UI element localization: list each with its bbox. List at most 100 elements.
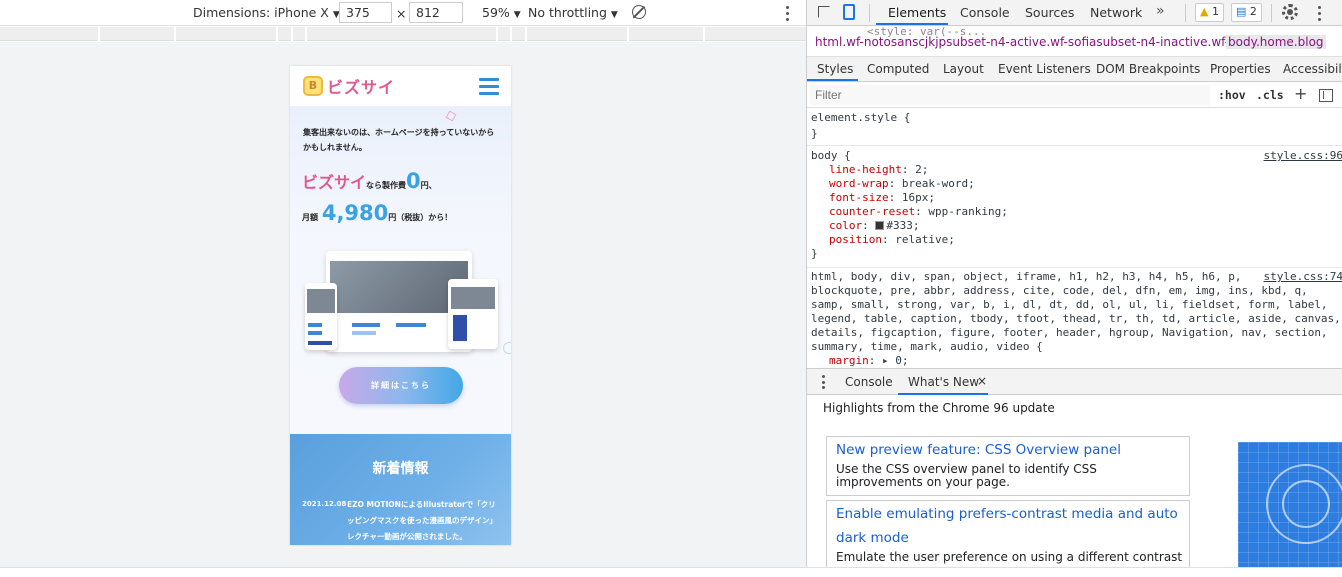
property-name: margin	[829, 354, 869, 367]
tab-accessibility[interactable]: Accessibility	[1283, 62, 1342, 76]
drawer-tab-console[interactable]: Console	[845, 375, 893, 389]
tab-properties[interactable]: Properties	[1210, 62, 1271, 76]
hero-price-line-2: 月額 4,980円（税抜）から！	[302, 201, 452, 225]
more-options-icon[interactable]	[786, 6, 790, 24]
hero-price-line-1: ビズサイなら製作費0円、	[302, 169, 437, 193]
property-value: 2;	[915, 163, 929, 176]
new-rule-plus-icon[interactable]: +	[1294, 84, 1307, 103]
device-toolbar: Dimensions: iPhone X ▼ 375 × 812 59% ▼ No …	[0, 0, 806, 26]
throttling-select[interactable]: No throttling ▼	[528, 5, 618, 20]
style-property[interactable]: word-wrap: break-word;	[829, 177, 975, 190]
property-name: counter-reset	[829, 205, 916, 218]
close-icon[interactable]: ×	[977, 374, 987, 388]
class-toggle[interactable]: .cls	[1256, 88, 1284, 102]
toggle-sidebar-icon[interactable]	[1319, 89, 1333, 102]
zoom-select[interactable]: 59% ▼	[482, 5, 521, 20]
chevron-down-icon: ▼	[610, 10, 618, 20]
message-icon: ▤	[1236, 5, 1247, 18]
hero-tagline: 集客出来ないのは、ホームページを持っていないからかもしれません。	[303, 128, 495, 152]
style-property[interactable]: font-size: 16px;	[829, 191, 935, 204]
feature-card: New preview feature: CSS Overview panel …	[826, 436, 1190, 496]
property-name: font-size	[829, 191, 889, 204]
selector-line[interactable]: details, figcaption, figure, footer, hea…	[811, 326, 1328, 339]
property-value: break-word;	[901, 177, 975, 190]
dimension-separator: ×	[396, 6, 407, 21]
hamburger-menu-icon[interactable]	[479, 78, 499, 95]
feature-link[interactable]: Enable emulating prefers-contrast media …	[836, 502, 1184, 550]
style-property[interactable]: color: #333;	[829, 219, 920, 232]
width-input[interactable]: 375	[339, 2, 392, 23]
hero-monthly-price: 4,980	[321, 201, 389, 225]
style-property[interactable]: position: relative;	[829, 233, 955, 246]
messages-badge[interactable]: ▤ 2	[1231, 3, 1262, 22]
site-header: B ビズサイ	[290, 66, 511, 107]
more-tabs-icon[interactable]: »	[1156, 3, 1165, 19]
property-name: line-height	[829, 163, 902, 176]
tab-network[interactable]: Network	[1090, 5, 1142, 20]
tab-elements[interactable]: Elements	[888, 5, 946, 20]
drawer-tabbar: Console What's New ×	[807, 368, 1342, 395]
reset-style-rule: style.css:74 html, body, div, span, obje…	[807, 268, 1342, 368]
hero-monthly-label: 月額	[302, 213, 318, 222]
phone-mockup-image	[305, 283, 337, 350]
warnings-badge[interactable]: ▲ 1	[1195, 3, 1224, 22]
feature-description: Use the CSS overview panel to identify C…	[836, 462, 1097, 489]
tab-computed[interactable]: Computed	[867, 62, 929, 76]
element-style-selector[interactable]: element.style {	[811, 111, 910, 124]
warning-icon: ▲	[1200, 5, 1209, 18]
breadcrumb-html[interactable]: html.wf-notosanscjkjpsubset-n4-active.wf…	[815, 35, 1266, 49]
tab-styles[interactable]: Styles	[817, 62, 853, 76]
selector-line[interactable]: blockquote, pre, abbr, address, cite, co…	[811, 284, 1308, 297]
feature-link[interactable]: New preview feature: CSS Overview panel	[836, 438, 1121, 462]
color-swatch-icon[interactable]	[875, 221, 885, 230]
more-options-icon[interactable]	[1318, 6, 1322, 24]
property-value: relative;	[895, 233, 955, 246]
hero-unit: 円、	[420, 181, 437, 190]
property-value: 0;	[895, 354, 909, 367]
rotate-icon[interactable]	[632, 5, 646, 19]
selector-line[interactable]: summary, time, mark, audio, video {	[811, 340, 1043, 353]
selector-line[interactable]: html, body, div, span, object, iframe, h…	[811, 270, 1241, 283]
active-subtab-indicator	[807, 79, 858, 81]
body-selector[interactable]: body {	[811, 149, 851, 162]
expand-triangle-icon[interactable]: ▸	[882, 354, 889, 367]
warnings-count: 1	[1211, 5, 1219, 18]
mobile-page: B ビズサイ 集客出来ないのは、ホームページを持っていないからかもしれません。 …	[290, 66, 511, 545]
close-brace: }	[811, 247, 818, 260]
style-property[interactable]: counter-reset: wpp-ranking;	[829, 205, 1008, 218]
tab-dom-breakpoints[interactable]: DOM Breakpoints	[1096, 62, 1200, 76]
devtools-topbar: Elements Console Sources Network » ▲ 1 ▤…	[807, 0, 1342, 26]
breadcrumb-body[interactable]: body.home.blog	[1226, 35, 1326, 49]
device-select[interactable]: Dimensions: iPhone X ▼	[193, 5, 340, 20]
device-toggle-icon[interactable]	[843, 4, 855, 20]
selector-line[interactable]: legend, table, caption, tbody, tfoot, th…	[811, 312, 1341, 325]
styles-filterbar: :hov .cls +	[807, 83, 1342, 108]
device-select-label: Dimensions: iPhone X	[193, 5, 329, 20]
style-source-link[interactable]: style.css:74	[1264, 270, 1342, 283]
style-property[interactable]: line-height: 2;	[829, 163, 928, 176]
logo-badge[interactable]: B	[303, 76, 323, 96]
details-button[interactable]: 詳細はこちら	[339, 367, 463, 404]
inspect-element-icon[interactable]	[818, 6, 830, 18]
drawer-tab-whats-new[interactable]: What's New	[908, 375, 979, 389]
height-input[interactable]: 812	[409, 2, 463, 23]
media-query-ruler[interactable]	[0, 27, 806, 41]
tablet-mockup-image	[448, 279, 498, 349]
style-property[interactable]: margin: ▸ 0;	[829, 354, 909, 367]
site-logo-text[interactable]: ビズサイ	[327, 74, 395, 98]
styles-subtabs: Styles Computed Layout Event Listeners D…	[807, 57, 1342, 82]
bottom-bar	[0, 567, 1342, 577]
style-source-link[interactable]: style.css:96	[1264, 149, 1342, 162]
tab-console[interactable]: Console	[960, 5, 1010, 20]
tab-sources[interactable]: Sources	[1025, 5, 1074, 20]
drawer-menu-icon[interactable]	[822, 375, 826, 392]
news-item-link[interactable]: EZO MOTIONによるIllustratorで「クリッピングマスクを使った漫…	[347, 497, 503, 545]
styles-filter-input[interactable]	[810, 85, 1210, 105]
news-section: 新着情報 2021.12.08 EZO MOTIONによるIllustrator…	[290, 434, 511, 545]
property-name: position	[829, 233, 882, 246]
selector-line[interactable]: samp, small, strong, var, b, i, dl, dt, …	[811, 298, 1328, 311]
hover-state-toggle[interactable]: :hov	[1218, 88, 1246, 102]
tab-layout[interactable]: Layout	[943, 62, 984, 76]
tab-event-listeners[interactable]: Event Listeners	[998, 62, 1091, 76]
gear-icon[interactable]	[1282, 4, 1298, 20]
